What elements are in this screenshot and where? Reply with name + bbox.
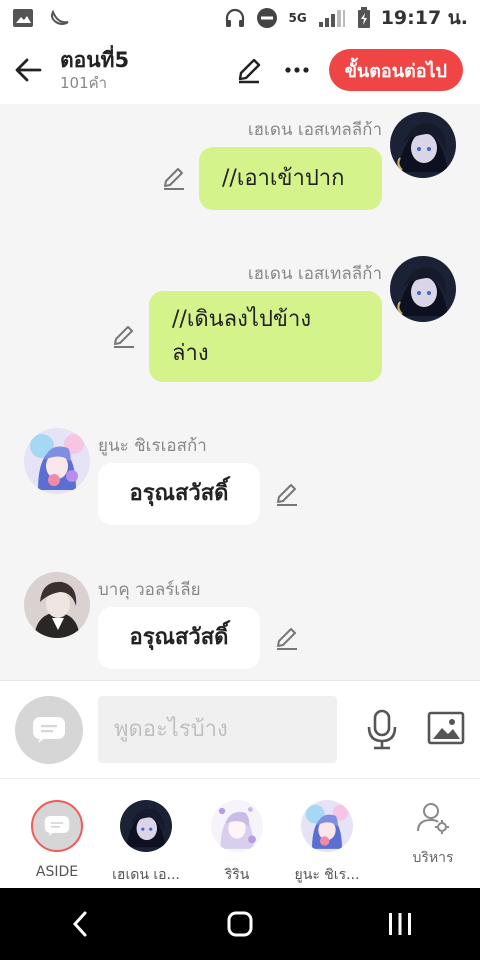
image-upload-button[interactable]: [427, 711, 465, 747]
aside-avatar: [31, 800, 83, 852]
character-label: ยูนะ ชิเร...: [294, 867, 360, 883]
message-line: ล่าง: [172, 340, 209, 366]
nav-back-button[interactable]: [40, 894, 120, 954]
recents-icon: [389, 913, 411, 935]
chat-area[interactable]: เฮเดน เอสเทลลีก้า //เอาเข้าปาก เฮเดน เอส…: [0, 104, 480, 680]
image-icon: [427, 711, 465, 745]
more-dots-icon: [284, 67, 309, 73]
clock: 19:17 น.: [380, 7, 468, 29]
user-settings-icon: [417, 803, 449, 834]
status-bar: 5G 19:17 น.: [0, 0, 480, 36]
character-ririn[interactable]: ริริน: [189, 779, 285, 889]
nav-home-button[interactable]: [200, 894, 280, 954]
message-sender: เฮเดน เอสเทลลีก้า: [247, 264, 382, 284]
do-not-disturb-icon: [256, 7, 278, 29]
edit-message-button[interactable]: [110, 322, 138, 350]
character-bar: ASIDE เฮเดน เอ... ริริน ยูนะ ชิเร... บริ…: [0, 778, 480, 888]
character-label: ASIDE: [35, 864, 79, 880]
message-sender: เฮเดน เอสเทลลีก้า: [247, 120, 382, 140]
message-bubble[interactable]: อรุณสวัสดิ์: [98, 463, 260, 525]
pencil-icon: [277, 628, 297, 650]
chat-bubble-icon: [44, 816, 70, 836]
microphone-button[interactable]: [364, 709, 400, 751]
back-button[interactable]: [0, 36, 56, 104]
character-label: ริริน: [224, 867, 250, 883]
pencil-icon: [277, 484, 297, 506]
input-bar: [0, 680, 480, 778]
pencil-icon: [238, 58, 260, 84]
battery-icon: [357, 7, 371, 29]
signal-icon: [317, 8, 347, 28]
chevron-left-icon: [72, 911, 87, 937]
character-aside[interactable]: ASIDE: [9, 779, 105, 889]
manage-label: บริหาร: [412, 850, 454, 866]
gallery-notification-icon: [12, 8, 34, 28]
next-step-button[interactable]: ขั้นตอนต่อไป: [328, 49, 463, 91]
pencil-icon: [164, 168, 184, 190]
headphones-icon: [224, 7, 246, 29]
moon-notification-icon: [48, 8, 70, 28]
word-count: 101คำ: [60, 74, 108, 92]
message-sender: ยูนะ ชิเรเอสก้า: [98, 436, 207, 456]
microphone-icon: [367, 709, 397, 750]
title-block: ตอนที่5 101คำ: [60, 47, 129, 93]
message-input[interactable]: [98, 696, 337, 763]
edit-title-button[interactable]: [229, 50, 269, 90]
message-bubble[interactable]: //เอาเข้าปาก: [199, 147, 382, 210]
avatar: [211, 800, 263, 852]
edit-message-button[interactable]: [273, 480, 301, 508]
message-line: //เดินลงไปข้าง: [172, 306, 312, 332]
avatar-heiden[interactable]: [390, 256, 456, 322]
network-type: 5G: [288, 11, 307, 25]
home-icon: [227, 911, 253, 937]
avatar-yuna[interactable]: [24, 428, 90, 494]
page-title: ตอนที่5: [60, 48, 130, 72]
aside-toggle-button[interactable]: [15, 696, 83, 764]
back-arrow-icon: [15, 58, 42, 82]
header: ตอนที่5 101คำ ขั้นตอนต่อไป: [0, 36, 480, 104]
avatar-heiden[interactable]: [390, 112, 456, 178]
more-options-button[interactable]: [277, 50, 317, 90]
avatar: [120, 800, 172, 852]
edit-message-button[interactable]: [160, 164, 188, 192]
character-yuna[interactable]: ยูนะ ชิเร...: [279, 779, 375, 889]
character-label: เฮเดน เอ...: [112, 867, 180, 883]
message-bubble[interactable]: อรุณสวัสดิ์: [98, 607, 260, 669]
message-bubble[interactable]: //เดินลงไปข้าง ล่าง: [149, 291, 382, 382]
character-heiden[interactable]: เฮเดน เอ...: [98, 779, 194, 889]
edit-message-button[interactable]: [273, 624, 301, 652]
system-navigation-bar: [0, 888, 480, 960]
nav-recents-button[interactable]: [360, 894, 440, 954]
message-sender: บาคุ วอลร์เลีย: [98, 580, 201, 600]
avatar-baku[interactable]: [24, 572, 90, 638]
chat-bubble-icon: [33, 717, 65, 743]
pencil-icon: [114, 326, 134, 348]
manage-characters-button[interactable]: บริหาร: [385, 779, 480, 889]
avatar: [301, 800, 353, 852]
